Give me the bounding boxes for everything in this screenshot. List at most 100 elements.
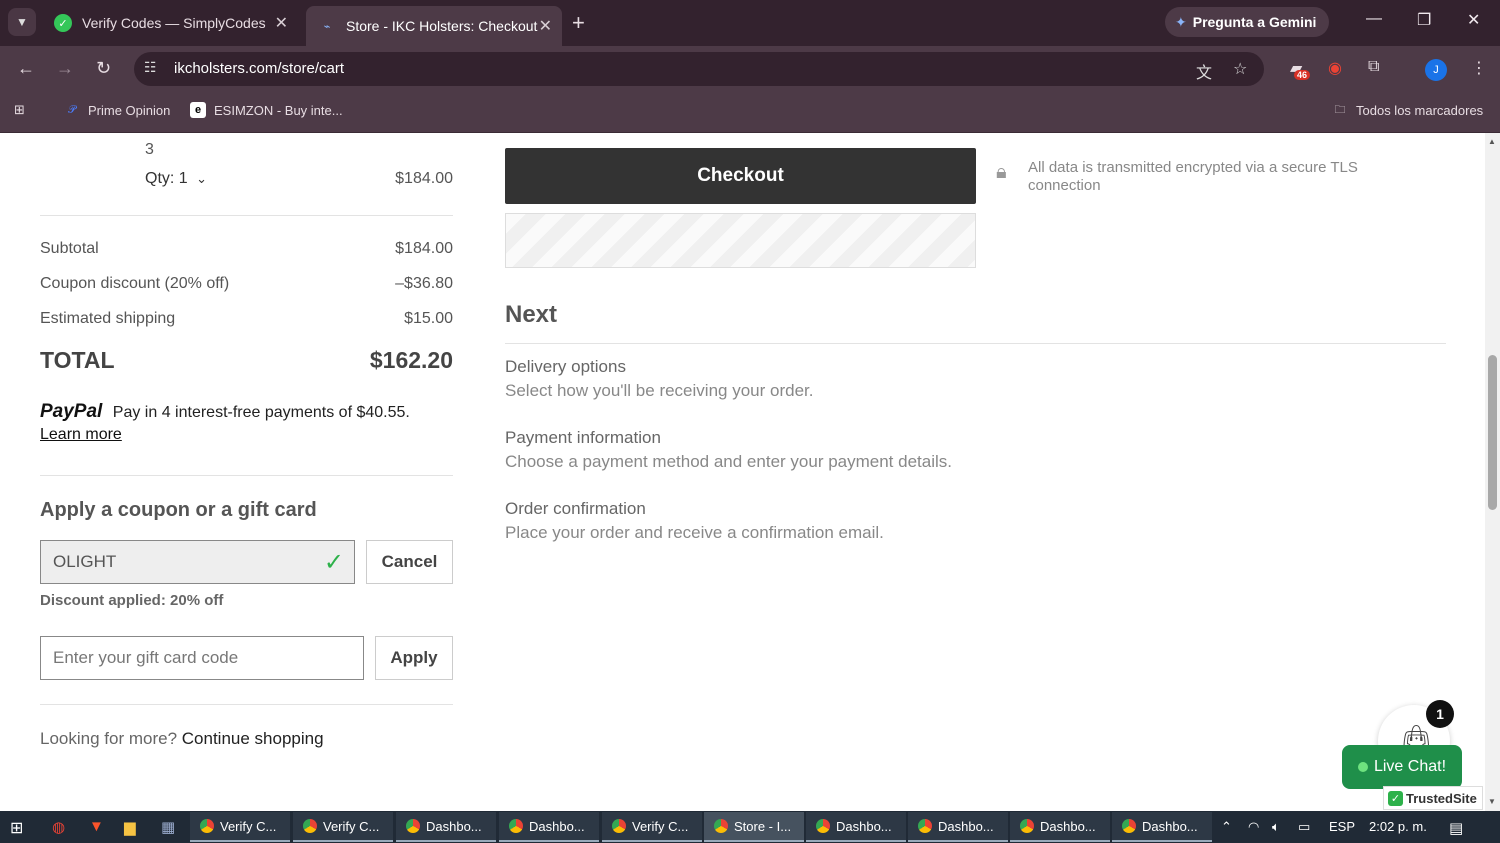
- scroll-up-icon[interactable]: ▲: [1488, 137, 1496, 146]
- gemini-button[interactable]: ✦ Pregunta a Gemini: [1165, 7, 1329, 37]
- wifi-icon[interactable]: ◠: [1248, 819, 1259, 835]
- extension-icon[interactable]: ◉: [1328, 58, 1342, 78]
- brave-icon[interactable]: ▼: [89, 818, 104, 835]
- tab-ikc-checkout[interactable]: ⌁ Store - IKC Holsters: Checkout ✕: [306, 6, 562, 46]
- discount-applied-text: Discount applied: 20% off: [40, 592, 224, 609]
- back-icon[interactable]: ←: [17, 58, 35, 79]
- address-bar[interactable]: ☷ ikcholsters.com/store/cart 文 ☆: [134, 52, 1264, 86]
- cancel-coupon-button[interactable]: Cancel: [366, 540, 453, 584]
- windows-taskbar: ⊞ ◍ ▼ ▆ ▦ Verify C... Verify C... Dashbo…: [0, 811, 1500, 843]
- clock[interactable]: 2:02 p. m.: [1369, 819, 1427, 834]
- all-bookmarks[interactable]: 🗀 Todos los marcadores: [1332, 102, 1484, 118]
- chrome-icon: [918, 819, 932, 833]
- taskbar-window[interactable]: Dashbo...: [1010, 812, 1110, 842]
- extensions-puzzle-icon[interactable]: ⧉: [1368, 58, 1379, 76]
- minimize-icon[interactable]: —: [1366, 10, 1382, 28]
- shipping-row: Estimated shipping $15.00: [40, 310, 453, 328]
- file-explorer-icon[interactable]: ▆: [124, 818, 136, 836]
- reload-icon[interactable]: ↻: [96, 58, 111, 79]
- chrome-icon: [406, 819, 420, 833]
- volume-icon[interactable]: 🔈︎: [1272, 819, 1280, 835]
- paypal-logo: PayPal: [40, 401, 103, 422]
- close-tab-icon[interactable]: ✕: [275, 13, 288, 33]
- tab-search-button[interactable]: ▼: [8, 8, 36, 36]
- folder-icon: 🗀: [1334, 103, 1346, 116]
- chrome-pinned-icon[interactable]: ◍: [52, 818, 65, 836]
- taskbar-window[interactable]: Dashbo...: [908, 812, 1008, 842]
- looking-for-more-text: Looking for more?: [40, 729, 178, 748]
- calculator-icon[interactable]: ▦: [161, 818, 175, 836]
- simplycodes-icon: ✓: [54, 14, 72, 32]
- taskbar-window[interactable]: Dashbo...: [806, 812, 906, 842]
- chrome-icon: [1122, 819, 1136, 833]
- step-payment-information: Payment information Choose a payment met…: [505, 428, 952, 472]
- bookmark-prime-opinion[interactable]: 𝒫 Prime Opinion: [64, 102, 170, 118]
- restore-icon[interactable]: ❐: [1417, 10, 1431, 30]
- notifications-icon[interactable]: ▤: [1449, 819, 1463, 837]
- trustedsite-label: TrustedSite: [1406, 790, 1477, 806]
- taskbar-window[interactable]: Verify C...: [602, 812, 702, 842]
- coupon-code-field[interactable]: OLIGHT ✓: [40, 540, 355, 584]
- trustedsite-badge[interactable]: ✓ TrustedSite: [1383, 786, 1483, 810]
- checkout-button[interactable]: Checkout: [505, 148, 976, 204]
- next-heading: Next: [505, 301, 558, 328]
- taskbar-window-label: Dashbo...: [938, 818, 994, 834]
- new-tab-icon[interactable]: +: [572, 10, 585, 36]
- divider: [505, 343, 1446, 344]
- coupon-discount-row: Coupon discount (20% off) –$36.80: [40, 275, 453, 293]
- url-text[interactable]: ikcholsters.com/store/cart: [174, 60, 344, 77]
- checkmark-icon: ✓: [323, 549, 344, 576]
- gift-card-input[interactable]: Enter your gift card code: [40, 636, 364, 680]
- taskbar-window[interactable]: Dashbo...: [499, 812, 599, 842]
- forward-icon[interactable]: →: [56, 58, 74, 79]
- taskbar-window-label: Dashbo...: [836, 818, 892, 834]
- coupon-code-value: OLIGHT: [53, 552, 117, 571]
- online-dot-icon: [1357, 762, 1368, 772]
- taskbar-window[interactable]: Dashbo...: [1112, 812, 1212, 842]
- page-scrollbar[interactable]: ▲ ▼: [1485, 133, 1500, 811]
- language-indicator[interactable]: ESP: [1329, 819, 1355, 834]
- qty-dropdown[interactable]: Qty: 1 ⌄: [145, 170, 207, 188]
- all-bookmarks-label: Todos los marcadores: [1356, 102, 1484, 118]
- step-title: Delivery options: [505, 357, 626, 376]
- taskbar-window-label: Dashbo...: [1040, 818, 1096, 834]
- coupon-section-title: Apply a coupon or a gift card: [40, 499, 317, 521]
- chrome-icon: [200, 819, 214, 833]
- paypal-text: Pay in 4 interest-free payments of $40.5…: [112, 404, 410, 421]
- continue-shopping-link[interactable]: Continue shopping: [182, 729, 324, 748]
- apply-gift-card-button[interactable]: Apply: [375, 636, 453, 680]
- tray-chevron-up-icon[interactable]: ⌃: [1221, 819, 1232, 835]
- total-value: $162.20: [369, 347, 453, 373]
- tab-title: Verify Codes — SimplyCodes: [82, 15, 266, 31]
- menu-kebab-icon[interactable]: ⋮: [1471, 58, 1487, 78]
- browser-tab-bar: ▼ ✓ Verify Codes — SimplyCodes ✕ ⌁ Store…: [0, 0, 1500, 46]
- profile-avatar[interactable]: J: [1425, 59, 1447, 81]
- payment-button-placeholder: [505, 213, 976, 268]
- tab-verify-codes[interactable]: ✓ Verify Codes — SimplyCodes ✕: [42, 7, 298, 39]
- bookmark-esimzon[interactable]: e ESIMZON - Buy inte...: [190, 102, 343, 118]
- taskbar-window[interactable]: Verify C...: [293, 812, 393, 842]
- translate-icon[interactable]: 文: [1196, 59, 1212, 83]
- step-delivery-options: Delivery options Select how you'll be re…: [505, 357, 813, 401]
- item-tail-text: 3: [145, 141, 154, 158]
- live-chat-button[interactable]: Live Chat!: [1342, 745, 1462, 789]
- scroll-down-icon[interactable]: ▼: [1488, 797, 1496, 806]
- taskbar-window[interactable]: Dashbo...: [396, 812, 496, 842]
- esimzon-icon: e: [190, 102, 206, 118]
- check-badge-icon: ✓: [1388, 790, 1403, 806]
- bookmark-star-icon[interactable]: ☆: [1233, 59, 1247, 79]
- close-window-icon[interactable]: ✕: [1467, 10, 1480, 30]
- divider: [40, 475, 453, 476]
- taskbar-window-active[interactable]: Store - I...: [704, 812, 804, 842]
- battery-icon[interactable]: ▭: [1298, 819, 1310, 835]
- apps-grid-icon[interactable]: ⊞: [14, 102, 25, 118]
- chrome-icon: [303, 819, 317, 833]
- site-settings-icon[interactable]: ☷: [144, 59, 164, 79]
- taskbar-window[interactable]: Verify C...: [190, 812, 290, 842]
- scrollbar-thumb[interactable]: [1488, 355, 1497, 510]
- close-tab-icon[interactable]: ✕: [539, 16, 552, 36]
- learn-more-link[interactable]: Learn more: [40, 426, 410, 444]
- secure-text: All data is transmitted encrypted via a …: [1028, 159, 1358, 194]
- prime-opinion-icon: 𝒫: [68, 103, 76, 116]
- windows-start-icon[interactable]: ⊞: [10, 818, 23, 838]
